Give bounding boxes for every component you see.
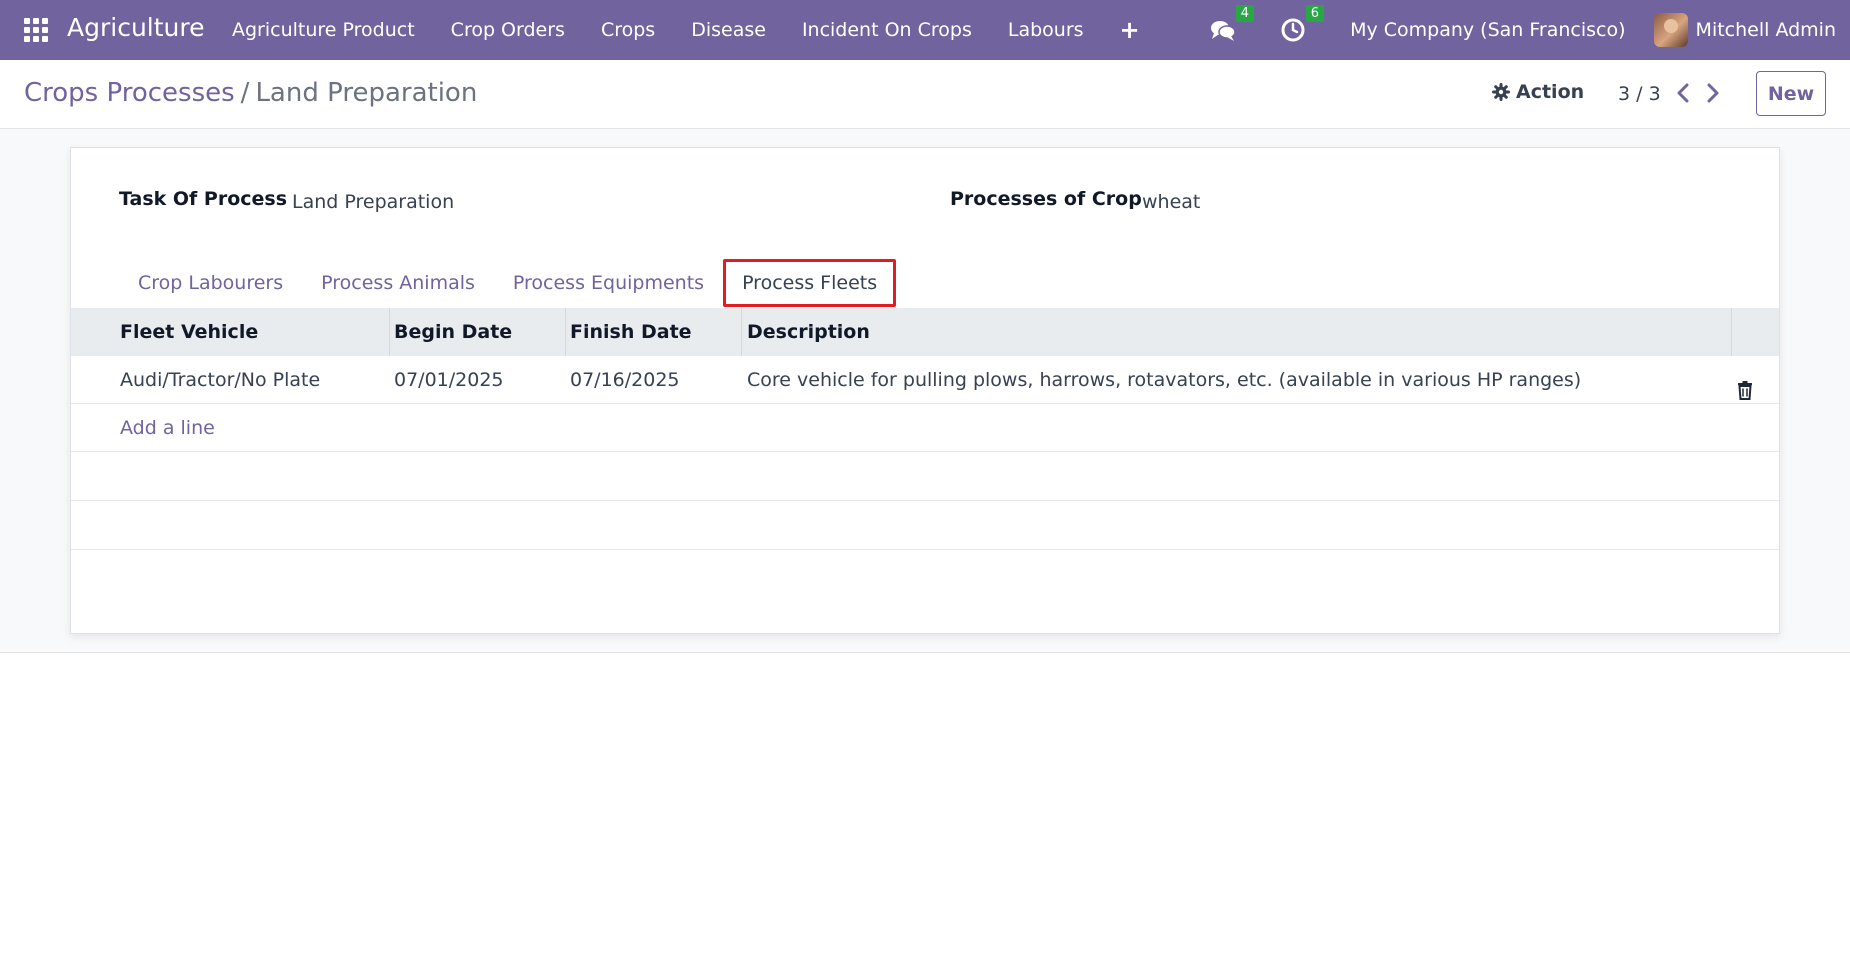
tab-process-fleets[interactable]: Process Fleets	[723, 259, 897, 307]
task-of-process-label: Task Of Process	[119, 188, 288, 210]
tab-crop-labourers[interactable]: Crop Labourers	[119, 259, 302, 307]
menu-disease[interactable]: Disease	[673, 0, 784, 60]
company-switcher[interactable]: My Company (San Francisco)	[1350, 19, 1625, 41]
cell-begin-date[interactable]: 07/01/2025	[394, 356, 504, 404]
add-line-link[interactable]: Add a line	[120, 404, 215, 452]
breadcrumb: Crops Processes / Land Preparation	[24, 78, 477, 108]
tab-process-animals[interactable]: Process Animals	[302, 259, 494, 307]
apps-grid-icon[interactable]	[24, 18, 48, 42]
user-name: Mitchell Admin	[1695, 19, 1836, 41]
column-divider	[1731, 308, 1732, 356]
menu-incident-on-crops[interactable]: Incident On Crops	[784, 0, 990, 60]
tab-process-equipments[interactable]: Process Equipments	[494, 259, 723, 307]
table-header: Fleet Vehicle Begin Date Finish Date Des…	[71, 308, 1779, 356]
activities-count-badge: 6	[1305, 5, 1325, 22]
top-navbar: Agriculture Agriculture Product Crop Ord…	[0, 0, 1850, 60]
menu-agriculture-product[interactable]: Agriculture Product	[214, 0, 433, 60]
form-sheet: Task Of Process Land Preparation Process…	[70, 147, 1780, 634]
clock-icon	[1281, 18, 1305, 42]
pager-next-button[interactable]	[1706, 83, 1720, 108]
column-divider	[389, 308, 390, 356]
column-divider	[565, 308, 566, 356]
action-button[interactable]: Action	[1492, 81, 1584, 103]
processes-of-crop-label: Processes of Crop	[950, 188, 1142, 210]
chevron-right-icon	[1707, 83, 1719, 103]
menu-labours[interactable]: Labours	[990, 0, 1102, 60]
action-label: Action	[1516, 81, 1585, 103]
column-divider	[741, 308, 742, 356]
messages-count-badge: 4	[1235, 5, 1255, 22]
cell-description[interactable]: Core vehicle for pulling plows, harrows,…	[747, 356, 1581, 404]
app-brand[interactable]: Agriculture	[67, 13, 205, 42]
chevron-left-icon	[1677, 83, 1689, 103]
add-line-row: Add a line	[71, 404, 1779, 452]
breadcrumb-current: Land Preparation	[255, 78, 478, 108]
systray: 4 6 My Company (San Francisco) Mitchell …	[1210, 0, 1850, 60]
fleet-table: Fleet Vehicle Begin Date Finish Date Des…	[71, 308, 1779, 550]
notebook-tabs: Crop Labourers Process Animals Process E…	[119, 259, 897, 307]
more-menu-plus-icon[interactable]: +	[1102, 0, 1158, 60]
pager-value[interactable]: 3 / 3	[1618, 83, 1661, 105]
table-row[interactable]: Audi/Tractor/No Plate 07/01/2025 07/16/2…	[71, 356, 1779, 404]
task-of-process-field[interactable]: Land Preparation	[292, 191, 454, 213]
activities-icon[interactable]: 6	[1280, 5, 1325, 43]
cell-fleet-vehicle[interactable]: Audi/Tractor/No Plate	[120, 356, 320, 404]
breadcrumb-separator: /	[240, 78, 250, 108]
main-menu: Agriculture Product Crop Orders Crops Di…	[214, 0, 1158, 60]
column-fleet-vehicle[interactable]: Fleet Vehicle	[120, 321, 258, 343]
breadcrumb-parent[interactable]: Crops Processes	[24, 78, 235, 108]
messages-icon[interactable]: 4	[1210, 5, 1255, 43]
user-menu[interactable]: Mitchell Admin	[1653, 13, 1836, 47]
trash-icon	[1738, 381, 1752, 400]
empty-row	[71, 452, 1779, 501]
chat-bubbles-icon	[1211, 21, 1236, 41]
column-description[interactable]: Description	[747, 321, 870, 343]
control-panel: Crops Processes / Land Preparation Action …	[0, 60, 1850, 129]
new-button[interactable]: New	[1756, 71, 1826, 116]
menu-crop-orders[interactable]: Crop Orders	[433, 0, 583, 60]
gear-icon	[1492, 83, 1510, 101]
processes-of-crop-field[interactable]: wheat	[1142, 191, 1200, 213]
empty-row	[71, 501, 1779, 550]
column-finish-date[interactable]: Finish Date	[570, 321, 692, 343]
avatar	[1653, 13, 1688, 47]
menu-crops[interactable]: Crops	[583, 0, 673, 60]
column-begin-date[interactable]: Begin Date	[394, 321, 512, 343]
cell-finish-date[interactable]: 07/16/2025	[570, 356, 680, 404]
pager-previous-button[interactable]	[1676, 83, 1690, 108]
